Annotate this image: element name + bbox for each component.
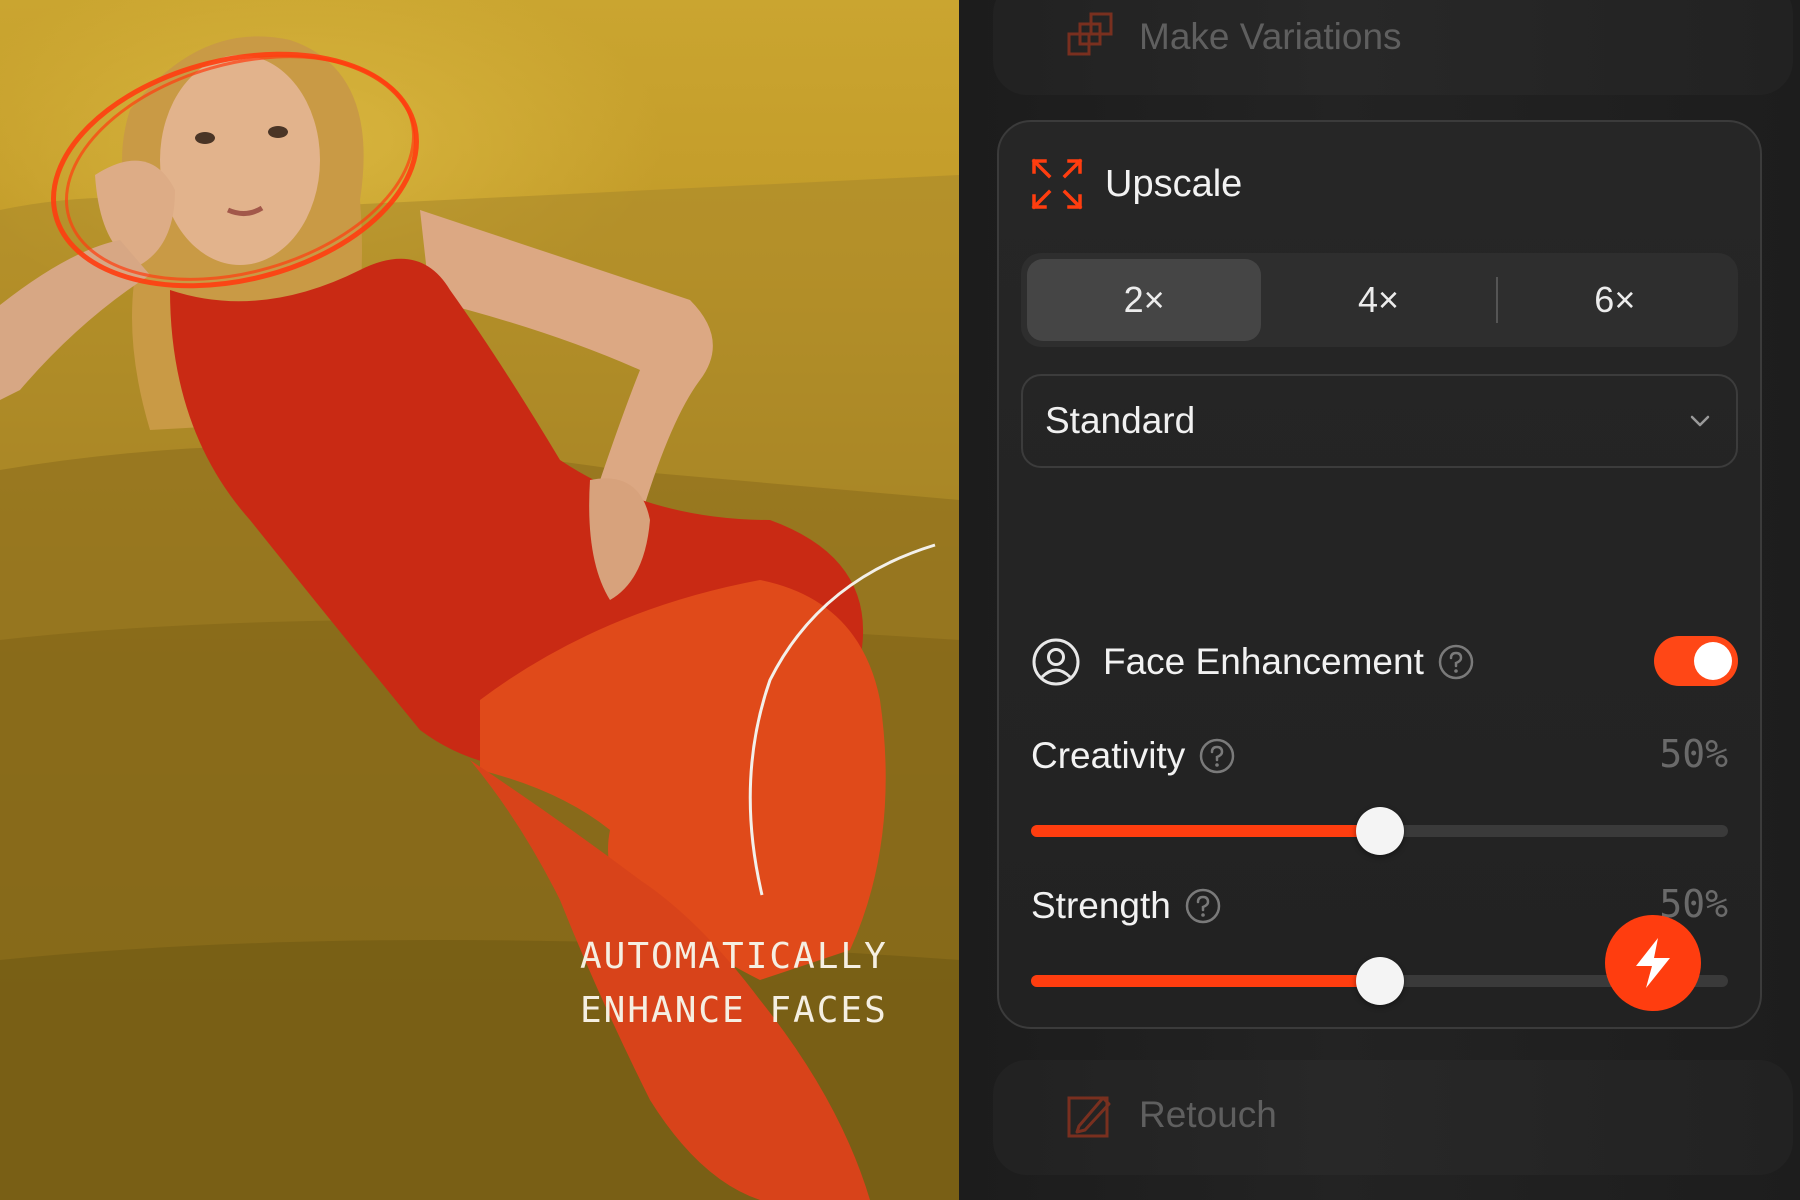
lightning-icon — [1636, 938, 1670, 988]
face-enhancement-label: Face Enhancement — [1103, 641, 1424, 682]
creativity-label: Creativity — [1031, 735, 1186, 776]
toggle-knob — [1694, 642, 1732, 680]
help-icon[interactable] — [1185, 888, 1221, 924]
upscale-header: Upscale — [1031, 156, 1242, 212]
make-variations-card[interactable]: Make Variations — [993, 0, 1793, 95]
run-upscale-button[interactable] — [1605, 915, 1701, 1011]
upscale-card: Upscale 2× 4× 6× Standard Face Enhanceme… — [997, 120, 1762, 1029]
face-icon — [1032, 638, 1080, 686]
scale-option-6x[interactable]: 6× — [1498, 259, 1732, 341]
upscale-title: Upscale — [1105, 162, 1243, 205]
slider-fill — [1031, 825, 1380, 837]
make-variations-label: Make Variations — [1139, 16, 1402, 57]
slider-fill — [1031, 975, 1380, 987]
upscale-icon — [1031, 158, 1083, 210]
face-enhancement-toggle[interactable] — [1654, 636, 1738, 686]
scale-option-4x[interactable]: 4× — [1261, 259, 1495, 341]
creativity-value: 50% — [1659, 732, 1728, 776]
scale-option-label: 4× — [1357, 279, 1400, 320]
scale-option-label: 6× — [1594, 279, 1636, 320]
tools-panel: Make Variations Upscale 2× 4× 6× Standar… — [959, 0, 1800, 1200]
help-icon[interactable] — [1438, 644, 1474, 680]
mode-dropdown[interactable]: Standard — [1021, 374, 1738, 468]
help-icon[interactable] — [1199, 738, 1235, 774]
caption-line-2: ENHANCE FACES — [580, 990, 888, 1031]
mode-dropdown-value: Standard — [1045, 400, 1196, 441]
creativity-slider-block: Creativity 50% — [1031, 728, 1728, 855]
scale-option-label: 2× — [1123, 279, 1165, 320]
creativity-header: Creativity 50% — [1031, 728, 1728, 784]
retouch-label: Retouch — [1139, 1094, 1277, 1135]
retouch-card[interactable]: Retouch — [993, 1060, 1793, 1175]
retouch-icon — [1067, 1096, 1111, 1138]
creativity-slider[interactable] — [1031, 807, 1728, 855]
photo-caption: AUTOMATICALLY ENHANCE FACES — [580, 930, 940, 1038]
photo-preview: AUTOMATICALLY ENHANCE FACES — [0, 0, 959, 1200]
scale-selector: 2× 4× 6× — [1021, 253, 1738, 347]
scale-option-2x[interactable]: 2× — [1027, 259, 1262, 341]
variations-icon — [1067, 12, 1113, 56]
strength-label: Strength — [1031, 885, 1171, 926]
slider-thumb[interactable] — [1355, 957, 1404, 1005]
slider-thumb[interactable] — [1355, 807, 1404, 855]
caption-line-1: AUTOMATICALLY — [580, 936, 888, 977]
chevron-down-icon — [1690, 415, 1710, 427]
face-enhancement-row: Face Enhancement — [1031, 630, 1738, 694]
